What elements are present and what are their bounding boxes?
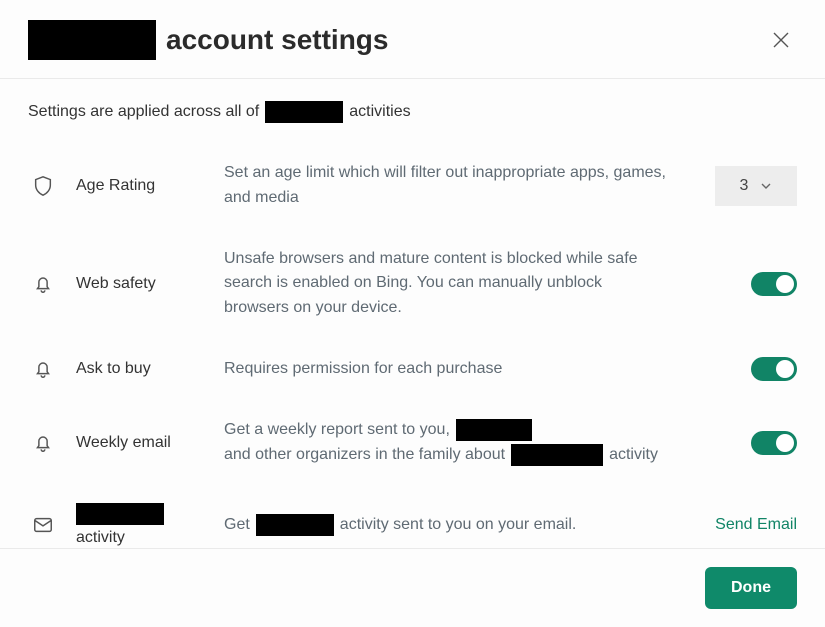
desc-text: activity sent to you on your email. [340,513,577,538]
label-age-rating: Age Rating [76,177,206,195]
title-row: account settings [28,20,388,60]
redacted-name [511,444,603,466]
close-button[interactable] [767,26,795,54]
row-web-safety: Web safety Unsafe browsers and mature co… [28,229,797,339]
redacted-name [456,419,532,441]
settings-body: Age Rating Set an age limit which will f… [0,133,825,548]
bell-icon [28,432,58,454]
row-weekly-email: Weekly email Get a weekly report sent to… [28,400,797,486]
desc-text: activity [609,443,658,468]
send-email-link[interactable]: Send Email [715,516,797,534]
dialog-header: account settings [0,0,825,79]
close-icon [773,32,789,48]
toggle-web-safety[interactable] [751,272,797,296]
bell-icon [28,358,58,380]
shield-icon [28,175,58,197]
desc-weekly-email: Get a weekly report sent to you, and oth… [224,418,689,468]
label-web-safety: Web safety [76,275,206,293]
desc-web-safety: Unsafe browsers and mature content is bl… [224,247,689,321]
desc-text: Get [224,513,250,538]
subheader: Settings are applied across all of activ… [0,79,825,133]
row-activity-email: activity Get activity sent to you on you… [28,485,797,548]
redacted-name [76,503,164,525]
row-ask-to-buy: Ask to buy Requires permission for each … [28,339,797,400]
page-title: account settings [166,24,388,56]
done-button[interactable]: Done [705,567,797,609]
desc-age-rating: Set an age limit which will filter out i… [224,161,689,211]
label-text: activity [76,529,125,546]
age-select-value: 3 [740,177,749,195]
desc-text: and other organizers in the family about [224,443,505,468]
row-age-rating: Age Rating Set an age limit which will f… [28,143,797,229]
label-ask-to-buy: Ask to buy [76,360,206,378]
age-select[interactable]: 3 [715,166,797,206]
redacted-name [28,20,156,60]
redacted-name [265,101,343,123]
label-activity: activity [76,503,206,547]
toggle-ask-to-buy[interactable] [751,357,797,381]
label-weekly-email: Weekly email [76,434,206,452]
chevron-down-icon [760,180,772,192]
account-settings-dialog: account settings Settings are applied ac… [0,0,825,627]
dialog-footer: Done [0,548,825,627]
desc-activity: Get activity sent to you on your email. [224,513,689,538]
desc-text: Get a weekly report sent to you, [224,418,450,443]
mail-icon [28,514,58,536]
subheader-suffix: activities [349,103,410,121]
subheader-prefix: Settings are applied across all of [28,103,259,121]
toggle-weekly-email[interactable] [751,431,797,455]
desc-ask-to-buy: Requires permission for each purchase [224,357,689,382]
redacted-name [256,514,334,536]
bell-icon [28,273,58,295]
